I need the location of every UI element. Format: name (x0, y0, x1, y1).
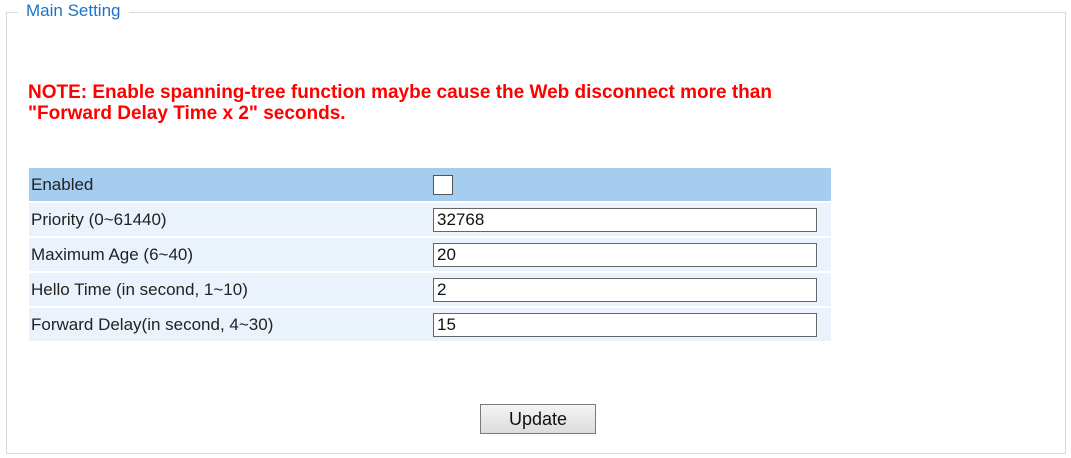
forward-delay-input[interactable] (433, 312, 817, 337)
hello-time-input[interactable] (433, 277, 817, 302)
enabled-row: Enabled (29, 168, 831, 201)
warning-note-line-2: "Forward Delay Time x 2" seconds. (28, 103, 346, 124)
enabled-checkbox[interactable] (433, 174, 453, 195)
forward-delay-cell (431, 308, 831, 341)
hello-time-cell (431, 273, 831, 306)
enabled-label: Enabled (29, 168, 431, 201)
maximum-age-input[interactable] (433, 242, 817, 267)
forward-delay-row: Forward Delay(in second, 4~30) (29, 308, 831, 341)
priority-input[interactable] (433, 207, 817, 232)
maximum-age-row: Maximum Age (6~40) (29, 238, 831, 271)
forward-delay-label: Forward Delay(in second, 4~30) (29, 308, 431, 341)
panel-title: Main Setting (18, 1, 129, 21)
hello-time-row: Hello Time (in second, 1~10) (29, 273, 831, 306)
spanning-tree-settings-table: Enabled Priority (0~61440) Maximum Age (… (29, 166, 831, 343)
hello-time-label: Hello Time (in second, 1~10) (29, 273, 431, 306)
maximum-age-label: Maximum Age (6~40) (29, 238, 431, 271)
maximum-age-cell (431, 238, 831, 271)
priority-label: Priority (0~61440) (29, 203, 431, 236)
enabled-cell (431, 168, 831, 201)
update-button[interactable]: Update (480, 404, 596, 434)
warning-note-line-1: NOTE: Enable spanning-tree function mayb… (28, 82, 772, 103)
priority-cell (431, 203, 831, 236)
warning-note: NOTE: Enable spanning-tree function mayb… (28, 82, 1018, 124)
priority-row: Priority (0~61440) (29, 203, 831, 236)
